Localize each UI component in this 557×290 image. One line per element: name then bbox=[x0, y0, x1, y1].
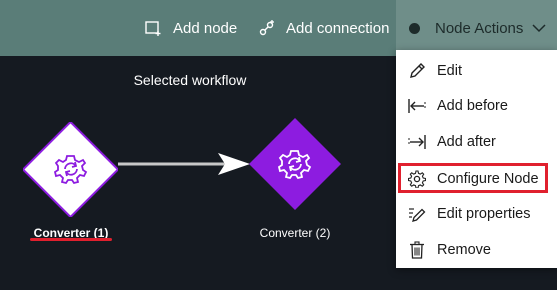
workflow-node-converter-1[interactable] bbox=[21, 120, 120, 219]
menu-item-add-before[interactable]: Add before bbox=[396, 89, 557, 123]
converter-gear-icon bbox=[53, 152, 88, 191]
node-actions-menu: Edit Add before Add after Configure Node… bbox=[396, 50, 557, 268]
menu-item-edit[interactable]: Edit bbox=[396, 54, 557, 88]
menu-item-edit-properties[interactable]: Edit properties bbox=[396, 197, 557, 231]
menu-item-remove[interactable]: Remove bbox=[396, 233, 557, 267]
trash-icon bbox=[406, 241, 428, 259]
selected-node-underline bbox=[30, 238, 112, 241]
annotation-highlight-box bbox=[398, 163, 548, 193]
menu-item-label: Add before bbox=[437, 98, 508, 114]
menu-item-label: Add after bbox=[437, 134, 496, 150]
converter-gear-icon bbox=[277, 147, 312, 186]
insert-before-icon bbox=[406, 97, 428, 115]
workflow-node-converter-2[interactable] bbox=[249, 118, 341, 210]
node-label-converter-2: Converter (2) bbox=[259, 226, 331, 240]
insert-after-icon bbox=[406, 133, 428, 151]
menu-item-add-after[interactable]: Add after bbox=[396, 125, 557, 159]
menu-item-label: Edit bbox=[437, 63, 462, 79]
menu-item-label: Remove bbox=[437, 242, 491, 258]
menu-item-label: Edit properties bbox=[437, 206, 531, 222]
edit-properties-icon bbox=[406, 205, 428, 223]
pencil-icon bbox=[406, 62, 428, 80]
